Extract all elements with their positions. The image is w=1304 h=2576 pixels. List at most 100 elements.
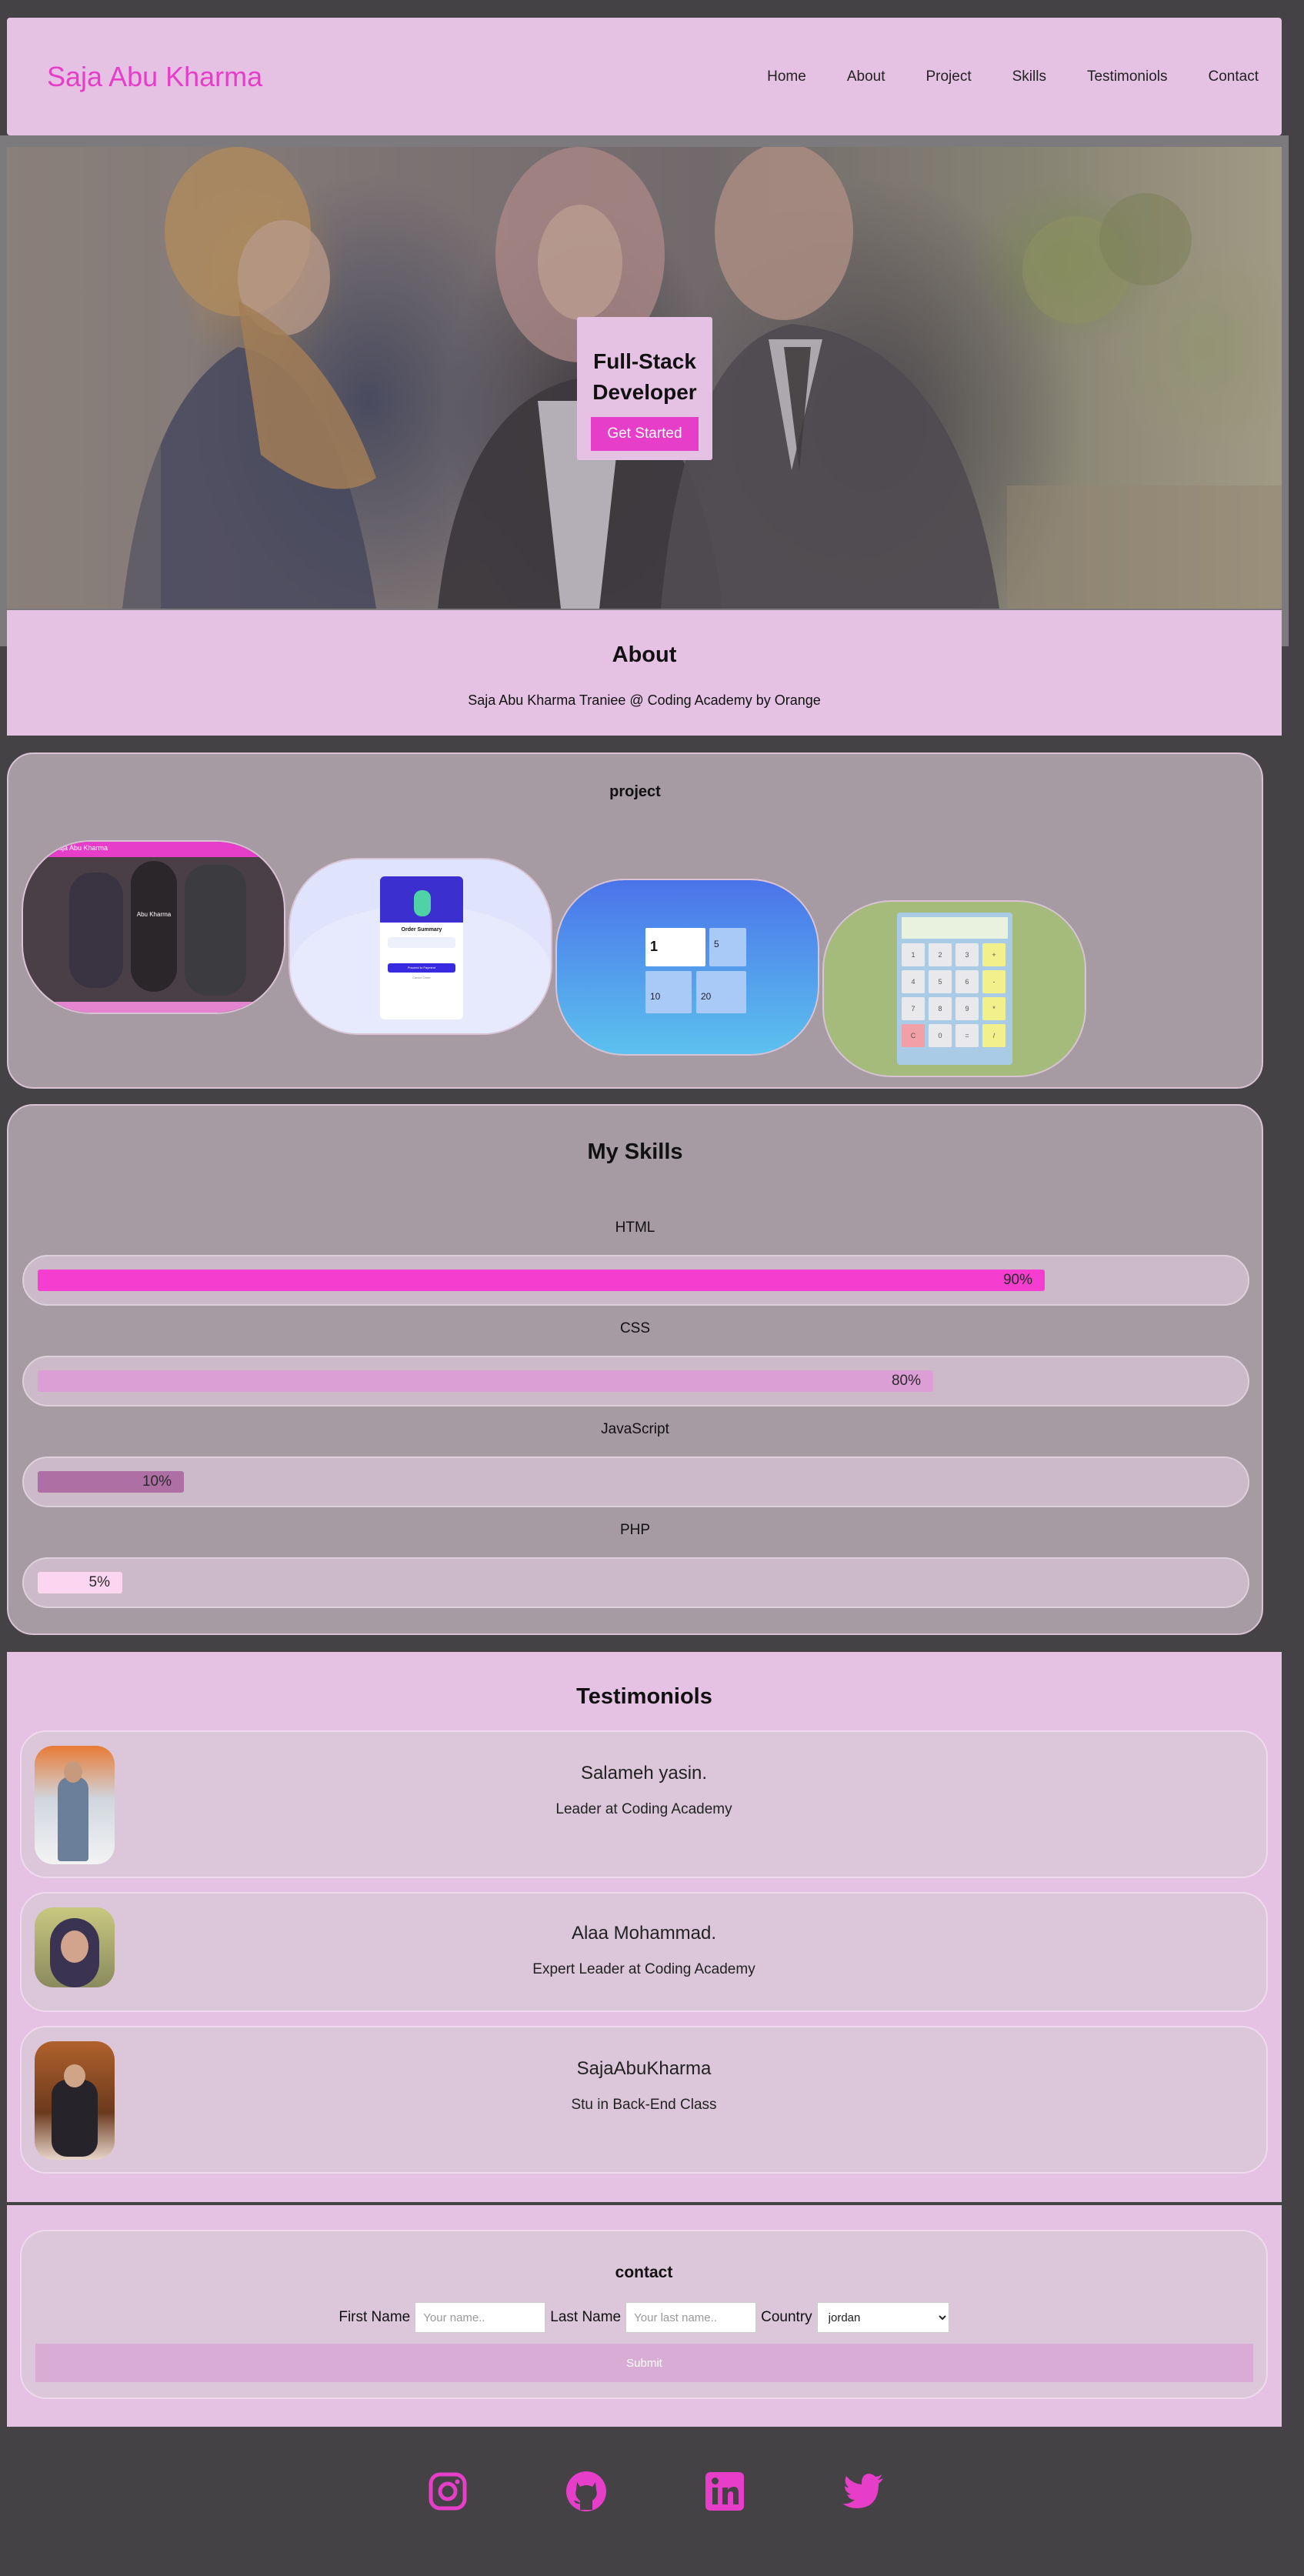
skill-bar-css: 80% [38,1370,933,1392]
thumb-calc-key: = [955,1024,979,1047]
thumb-calc-key: 9 [955,997,979,1020]
thumb-card-illustration [380,876,463,923]
testimonial-role: Leader at Coding Academy [555,1801,732,1817]
thumb-hero-text: Abu Kharma [136,911,172,918]
first-name-label: First Name [339,2309,411,2325]
skill-track-css: 80% [22,1356,1249,1406]
skill-bar-html: 90% [38,1270,1045,1291]
linkedin-icon[interactable] [702,2468,748,2514]
skill-track-javascript: 10% [22,1457,1249,1507]
nav-link-testimonials[interactable]: Testimoniols [1087,68,1168,85]
skill-percent-html: 90% [1002,1272,1032,1288]
twitter-icon[interactable] [840,2468,886,2514]
skill-label-javascript: JavaScript [601,1421,669,1437]
contact-form-row: First Name Last Name Country jordan [22,2302,1266,2333]
thumb-tile-3: 10 [645,971,692,1013]
first-name-input[interactable] [415,2302,546,2333]
skill-percent-css: 80% [891,1373,921,1389]
thumb-calc-key: + [982,943,1006,966]
thumb-plan-row [388,937,455,948]
thumb-calc-key: 4 [902,970,925,993]
thumb-pay-button: Proceed to Payment [388,963,455,973]
project-heading: project [609,783,661,800]
hero-title: Full-Stack Developer [577,346,712,408]
submit-button[interactable]: Submit [35,2344,1253,2382]
testimonial-name: Salameh yasin. [580,1763,708,1784]
thumb-footer-bar [23,1002,284,1013]
get-started-button[interactable]: Get Started [591,417,699,451]
thumb-calc-keys: 1 2 3 +4 5 6- 7 8 9 * C 0 = / [902,943,1008,1047]
project-thumb-tiles[interactable]: 1 5 10 20 [555,879,819,1056]
avatar-figure [58,1777,88,1861]
thumb-calc-key: 5 [929,970,952,993]
nav-link-project[interactable]: Project [925,68,971,85]
thumb-brand: Saja Abu Kharma [54,844,108,852]
about-text: Saja Abu Kharma Traniee @ Coding Academy… [468,692,821,708]
thumb-calc-key: 1 [902,943,925,966]
testimonial-card: Salameh yasin. Leader at Coding Academy [20,1730,1268,1878]
about-heading: About [612,642,677,667]
thumb-cancel-link: Cancel Order [412,976,431,979]
project-section: project Saja Abu Kharma Abu Kharma Order… [7,752,1263,1089]
thumb-calc-key: * [982,997,1006,1020]
skill-track-html: 90% [22,1255,1249,1306]
thumb-order-heading: Order Summary [401,927,442,933]
github-icon[interactable] [563,2468,609,2514]
thumb-calc-key: - [982,970,1006,993]
thumb-order-card: Order Summary Proceed to Payment Cancel … [380,876,463,1019]
testimonial-card: Alaa Mohammad. Expert Leader at Coding A… [20,1892,1268,2012]
skills-section: My Skills HTML 90% CSS 80% JavaScript 10… [7,1104,1263,1635]
thumb-calc-key: 7 [902,997,925,1020]
skills-heading: My Skills [587,1140,683,1164]
thumb-calc-body: 1 2 3 +4 5 6- 7 8 9 * C 0 = / [897,913,1012,1065]
thumb-figure-center [131,861,177,992]
thumb-calc-key: / [982,1024,1006,1047]
skill-bar-javascript: 10% [38,1471,184,1493]
testimonial-role: Expert Leader at Coding Academy [532,1961,755,1977]
last-name-label: Last Name [550,2309,622,2325]
thumb-figure-left [69,873,123,988]
skill-label-html: HTML [615,1220,655,1236]
thumb-calc-key: 3 [955,943,979,966]
skill-label-css: CSS [619,1320,651,1336]
nav-link-about[interactable]: About [847,68,885,85]
thumb-calc-key: 6 [955,970,979,993]
thumb-calc-key: C [902,1024,925,1047]
avatar-figure [52,2080,98,2157]
skill-label-php: PHP [619,1522,651,1538]
hero-title-line2: Developer [592,380,697,404]
country-label: Country [761,2309,812,2325]
hero-card: Full-Stack Developer Get Started [577,317,712,460]
about-section: About Saja Abu Kharma Traniee @ Coding A… [7,610,1282,736]
country-select[interactable]: jordan [816,2302,949,2333]
project-thumb-order-summary[interactable]: Order Summary Proceed to Payment Cancel … [288,858,552,1035]
contact-heading: contact [615,2264,673,2281]
thumb-figure-right [185,865,246,996]
thumb-calc-key: 0 [929,1024,952,1047]
thumb-tile-4: 20 [696,971,746,1013]
contact-form-card: contact First Name Last Name Country jor… [20,2230,1268,2399]
thumb-calc-key: 8 [929,997,952,1020]
testimonial-name: SajaAbuKharma [576,2058,712,2079]
nav-link-contact[interactable]: Contact [1209,68,1259,85]
testimonials-heading: Testimoniols [576,1684,712,1709]
thumb-nav-bar: Saja Abu Kharma [23,842,284,857]
skill-bar-php: 5% [38,1572,122,1593]
last-name-input[interactable] [625,2302,757,2333]
brand-logo[interactable]: Saja Abu Kharma [47,61,262,93]
nav-link-home[interactable]: Home [767,68,806,85]
instagram-icon[interactable] [425,2468,471,2514]
thumb-tile-1: 1 [645,928,705,966]
testimonial-name: Alaa Mohammad. [571,1923,717,1944]
thumb-calc-key: 2 [929,943,952,966]
hero-title-line1: Full-Stack [593,349,696,373]
skill-percent-php: 5% [88,1574,110,1590]
skill-track-php: 5% [22,1557,1249,1608]
skill-percent-javascript: 10% [142,1473,172,1490]
project-thumb-portfolio[interactable]: Saja Abu Kharma Abu Kharma [22,840,285,1014]
project-thumb-calculator[interactable]: 1 2 3 +4 5 6- 7 8 9 * C 0 = / [822,900,1086,1077]
thumb-tile-2: 5 [709,928,746,966]
nav-links: Home About Project Skills Testimoniols C… [726,18,1282,135]
nav-link-skills[interactable]: Skills [1012,68,1046,85]
testimonial-card: SajaAbuKharma Stu in Back-End Class [20,2026,1268,2174]
